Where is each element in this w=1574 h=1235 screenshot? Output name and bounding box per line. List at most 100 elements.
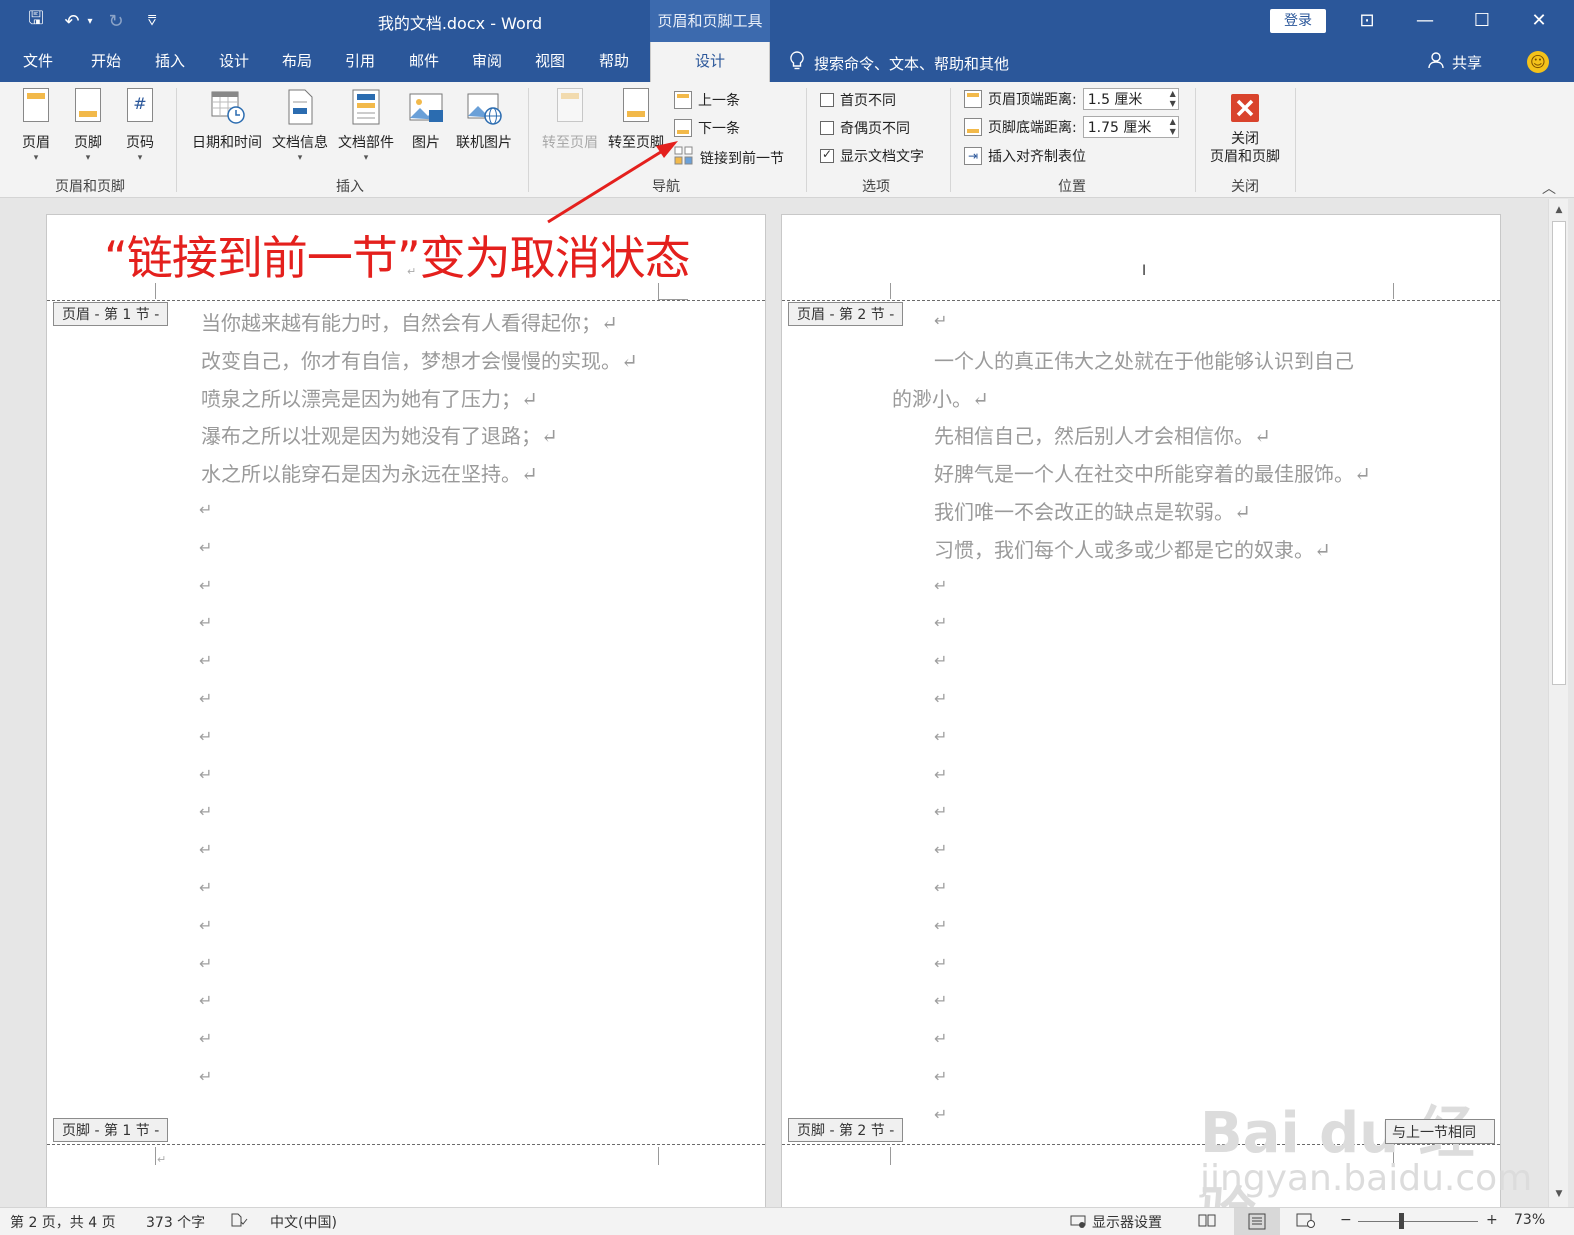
undo-icon[interactable]: ↶ — [60, 8, 84, 34]
zoom-slider-thumb[interactable] — [1399, 1213, 1404, 1229]
tab-layout[interactable]: 布局 — [277, 42, 317, 82]
body-text-line[interactable]: 的渺小。↵ — [892, 383, 989, 412]
header-from-top-input[interactable]: 1.5 厘米 ▲ ▼ — [1082, 88, 1179, 110]
tab-file[interactable]: 文件 — [18, 42, 58, 82]
empty-paragraph-mark[interactable]: ↵ — [934, 802, 947, 821]
tab-mailings[interactable]: 邮件 — [404, 42, 444, 82]
empty-paragraph-mark[interactable]: ↵ — [934, 954, 947, 973]
empty-paragraph-mark[interactable]: ↵ — [934, 613, 947, 632]
footer-from-bottom-input[interactable]: 1.75 厘米 ▲ ▼ — [1082, 116, 1179, 138]
quick-parts-button[interactable]: 文档部件 ▾ — [334, 88, 398, 163]
body-text-line[interactable]: 水之所以能穿石是因为永远在坚持。↵ — [201, 458, 538, 487]
empty-paragraph-mark[interactable]: ↵ — [934, 991, 947, 1010]
web-layout-icon[interactable] — [1296, 1212, 1316, 1232]
tab-help[interactable]: 帮助 — [594, 42, 634, 82]
tell-me-search[interactable]: 搜索命令、文本、帮助和其他 — [790, 51, 1009, 75]
body-text-line[interactable]: 喷泉之所以漂亮是因为她有了压力；↵ — [201, 383, 538, 412]
spinner-arrows-icon[interactable]: ▲ ▼ — [1170, 89, 1176, 109]
zoom-in-button[interactable]: + — [1486, 1212, 1498, 1228]
body-text-line[interactable]: 瀑布之所以壮观是因为她没有了退路；↵ — [201, 420, 558, 449]
ribbon-display-options-icon[interactable]: ⊡ — [1350, 5, 1384, 37]
zoom-level[interactable]: 73% — [1514, 1212, 1545, 1228]
empty-paragraph-mark[interactable]: ↵ — [199, 689, 212, 708]
tab-view[interactable]: 视图 — [530, 42, 570, 82]
empty-paragraph-mark[interactable]: ↵ — [934, 765, 947, 784]
empty-paragraph-mark[interactable]: ↵ — [199, 538, 212, 557]
close-window-icon[interactable]: ✕ — [1522, 5, 1556, 37]
checkbox-box[interactable] — [820, 93, 834, 107]
customize-quick-access-icon[interactable]: ⩢ — [142, 8, 162, 34]
footer-button[interactable]: 页脚 ▾ — [66, 88, 110, 163]
page-number-button[interactable]: # 页码 ▾ — [118, 88, 162, 163]
date-time-button[interactable]: 日期和时间 — [188, 88, 266, 152]
body-text-line[interactable]: 好脾气是一个人在社交中所能穿着的最佳服饰。↵ — [934, 458, 1371, 487]
body-text-line[interactable]: 我们唯一不会改正的缺点是软弱。↵ — [934, 496, 1251, 525]
empty-paragraph-mark[interactable]: ↵ — [199, 878, 212, 897]
close-header-footer-button[interactable]: 关闭 页眉和页脚 — [1202, 88, 1288, 166]
tab-header-footer-design[interactable]: 设计 — [650, 42, 770, 82]
minimize-icon[interactable]: — — [1408, 5, 1442, 37]
maximize-icon[interactable]: ☐ — [1465, 5, 1499, 37]
body-text-line[interactable]: 当你越来越有能力时，自然会有人看得起你；↵ — [201, 307, 618, 336]
scrollbar-thumb[interactable] — [1552, 221, 1566, 685]
next-button[interactable]: 下一条 — [674, 118, 740, 138]
save-icon[interactable]: 🖫 — [22, 8, 50, 34]
empty-paragraph-mark[interactable]: ↵ — [199, 916, 212, 935]
empty-paragraph-mark[interactable]: ↵ — [199, 954, 212, 973]
undo-dropdown-icon[interactable]: ▾ — [84, 8, 96, 34]
zoom-out-button[interactable]: − — [1340, 1212, 1352, 1228]
body-text-line[interactable]: 改变自己，你才有自信，梦想才会慢慢的实现。↵ — [201, 345, 638, 374]
empty-paragraph-mark[interactable]: ↵ — [199, 500, 212, 519]
scroll-up-icon[interactable]: ▲ — [1552, 203, 1566, 217]
empty-paragraph-mark[interactable]: ↵ — [934, 840, 947, 859]
empty-paragraph-mark[interactable]: ↵ — [199, 802, 212, 821]
different-first-page-checkbox[interactable]: 首页不同 — [820, 90, 896, 110]
share-button[interactable]: 共享 — [1428, 51, 1482, 73]
checkbox-box-checked[interactable] — [820, 147, 834, 163]
empty-paragraph-mark[interactable]: ↵ — [199, 613, 212, 632]
empty-paragraph-mark[interactable]: ↵ — [934, 689, 947, 708]
empty-paragraph-mark[interactable]: ↵ — [934, 651, 947, 670]
tab-review[interactable]: 审阅 — [467, 42, 507, 82]
go-to-footer-button[interactable]: 转至页脚 — [604, 88, 668, 152]
empty-paragraph-mark[interactable]: ↵ — [934, 1067, 947, 1086]
display-settings-button[interactable]: 显示器设置 — [1070, 1212, 1162, 1232]
empty-paragraph-mark[interactable]: ↵ — [934, 727, 947, 746]
empty-paragraph-mark[interactable]: ↵ — [199, 576, 212, 595]
empty-paragraph-mark[interactable]: ↵ — [199, 727, 212, 746]
empty-paragraph-mark[interactable]: ↵ — [199, 1067, 212, 1086]
pictures-button[interactable]: 图片 — [404, 88, 448, 152]
header-button[interactable]: 页眉 ▾ — [14, 88, 58, 163]
document-info-button[interactable]: 文档信息 ▾ — [268, 88, 332, 163]
empty-paragraph-mark[interactable]: ↵ — [934, 1105, 947, 1124]
empty-paragraph-mark[interactable]: ↵ — [199, 1029, 212, 1048]
sign-in-button[interactable]: 登录 — [1270, 9, 1326, 33]
scroll-down-icon[interactable]: ▼ — [1552, 1187, 1566, 1201]
checkbox-box[interactable] — [820, 121, 834, 135]
tab-design[interactable]: 设计 — [214, 42, 254, 82]
print-layout-icon[interactable] — [1234, 1208, 1280, 1235]
previous-button[interactable]: 上一条 — [674, 90, 740, 110]
empty-paragraph-mark[interactable]: ↵ — [199, 840, 212, 859]
proofing-icon[interactable] — [230, 1212, 248, 1232]
redo-icon[interactable]: ↻ — [104, 8, 128, 34]
spinner-arrows-icon[interactable]: ▲ ▼ — [1170, 117, 1176, 137]
go-to-header-button[interactable]: 转至页眉 — [538, 88, 602, 152]
tab-home[interactable]: 开始 — [86, 42, 126, 82]
zoom-slider-track[interactable] — [1358, 1221, 1478, 1222]
empty-paragraph-mark[interactable]: ↵ — [199, 651, 212, 670]
body-text-line[interactable]: 习惯，我们每个人或多或少都是它的奴隶。↵ — [934, 534, 1331, 563]
empty-paragraph-mark[interactable]: ↵ — [934, 916, 947, 935]
link-to-previous-button[interactable]: 链接到前一节 — [674, 146, 784, 170]
feedback-smiley-icon[interactable]: ☺ — [1527, 51, 1549, 73]
empty-paragraph-mark[interactable]: ↵ — [934, 1029, 947, 1048]
tab-insert[interactable]: 插入 — [150, 42, 190, 82]
empty-paragraph-mark[interactable]: ↵ — [199, 765, 212, 784]
page-left[interactable]: ↵ 页眉 - 第 1 节 - 当你越来越有能力时，自然会有人看得起你；↵ 改变自己… — [46, 214, 766, 1214]
collapse-ribbon-icon[interactable]: ︿ — [1542, 178, 1556, 198]
different-odd-even-checkbox[interactable]: 奇偶页不同 — [820, 118, 910, 138]
page-count[interactable]: 第 2 页，共 4 页 — [10, 1212, 116, 1232]
body-text-line[interactable]: ↵ — [934, 311, 947, 330]
language-indicator[interactable]: 中文(中国) — [270, 1212, 337, 1232]
document-canvas[interactable]: ↵ 页眉 - 第 1 节 - 当你越来越有能力时，自然会有人看得起你；↵ 改变自己… — [0, 199, 1548, 1214]
